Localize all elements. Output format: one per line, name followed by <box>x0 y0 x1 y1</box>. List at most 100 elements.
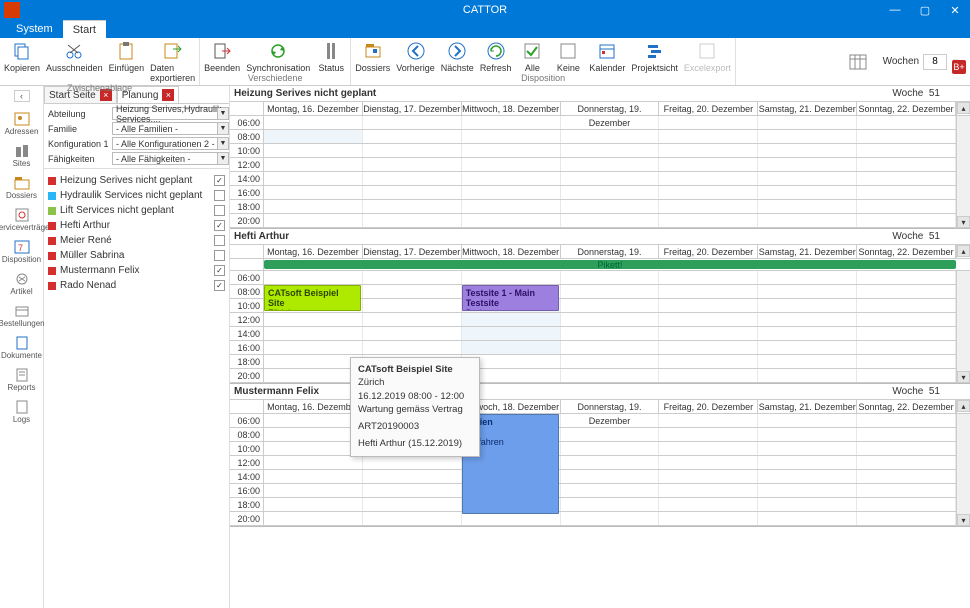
time-slot[interactable] <box>264 200 363 213</box>
time-slot[interactable] <box>758 456 857 469</box>
fahigkeiten-combo[interactable]: - Alle Fähigkeiten -▼ <box>112 152 229 165</box>
time-slot[interactable] <box>758 285 857 298</box>
time-slot[interactable] <box>462 186 561 199</box>
time-slot[interactable] <box>758 470 857 483</box>
time-slot[interactable] <box>758 130 857 143</box>
time-slot[interactable] <box>561 512 660 525</box>
time-slot[interactable] <box>857 158 956 171</box>
time-slot[interactable] <box>561 369 660 382</box>
time-slot[interactable] <box>363 341 462 354</box>
next-button[interactable]: Nächste <box>441 40 474 73</box>
time-slot[interactable] <box>857 186 956 199</box>
event-catsoft[interactable]: CATsoft Beispiel SiteZürich <box>264 285 361 311</box>
time-slot[interactable] <box>363 327 462 340</box>
konfiguration-combo[interactable]: - Alle Konfigurationen 2 -▼ <box>112 137 229 150</box>
rail-servicevertrage[interactable]: Serviceverträge <box>0 205 43 234</box>
time-slot[interactable] <box>264 456 363 469</box>
time-slot[interactable] <box>659 414 758 427</box>
time-slot[interactable] <box>264 186 363 199</box>
time-slot[interactable] <box>857 414 956 427</box>
time-slot[interactable] <box>561 498 660 511</box>
time-slot[interactable] <box>857 144 956 157</box>
time-slot[interactable] <box>561 158 660 171</box>
time-slot[interactable] <box>462 313 561 326</box>
sync-button[interactable]: Synchronisation <box>246 40 310 73</box>
project-view-button[interactable]: Projektsicht <box>631 40 678 73</box>
resource-checkbox[interactable] <box>214 235 225 246</box>
time-slot[interactable] <box>363 271 462 284</box>
time-slot[interactable] <box>264 355 363 368</box>
time-slot[interactable] <box>561 327 660 340</box>
time-slot[interactable] <box>857 428 956 441</box>
time-slot[interactable] <box>758 428 857 441</box>
scroll-down-button[interactable]: ▾ <box>957 371 970 383</box>
time-slot[interactable] <box>659 442 758 455</box>
time-slot[interactable] <box>264 484 363 497</box>
time-slot[interactable] <box>462 144 561 157</box>
time-slot[interactable] <box>659 144 758 157</box>
time-slot[interactable] <box>857 214 956 227</box>
time-slot[interactable] <box>659 484 758 497</box>
time-slot[interactable] <box>462 327 561 340</box>
time-slot[interactable] <box>659 498 758 511</box>
time-slot[interactable] <box>264 327 363 340</box>
resource-checkbox[interactable]: ✓ <box>214 220 225 231</box>
time-slot[interactable] <box>857 172 956 185</box>
time-slot[interactable] <box>363 456 462 469</box>
time-slot[interactable] <box>659 470 758 483</box>
time-slot[interactable] <box>561 428 660 441</box>
time-slot[interactable] <box>264 130 363 143</box>
rail-dokumente[interactable]: Dokumente <box>0 333 43 362</box>
status-button[interactable]: Status <box>316 40 346 73</box>
time-slot[interactable] <box>758 158 857 171</box>
time-slot[interactable] <box>561 456 660 469</box>
time-slot[interactable] <box>857 442 956 455</box>
time-slot[interactable] <box>363 172 462 185</box>
prev-button[interactable]: Vorherige <box>396 40 435 73</box>
time-slot[interactable] <box>363 299 462 312</box>
time-slot[interactable] <box>462 130 561 143</box>
time-slot[interactable] <box>758 369 857 382</box>
time-slot[interactable] <box>758 341 857 354</box>
time-slot[interactable] <box>363 116 462 129</box>
time-slot[interactable] <box>758 299 857 312</box>
time-slot[interactable] <box>264 214 363 227</box>
time-slot[interactable] <box>264 442 363 455</box>
scroll-up-button[interactable]: ▴ <box>957 102 970 114</box>
time-slot[interactable] <box>659 313 758 326</box>
time-slot[interactable] <box>857 200 956 213</box>
maximize-button[interactable]: ▢ <box>910 0 940 20</box>
time-slot[interactable] <box>561 313 660 326</box>
time-slot[interactable] <box>758 144 857 157</box>
time-slot[interactable] <box>561 299 660 312</box>
abteilung-combo[interactable]: Heizung Serives,Hydraulik Services,...▼ <box>112 107 229 120</box>
chevron-down-icon[interactable]: ▼ <box>217 123 228 134</box>
time-slot[interactable] <box>561 470 660 483</box>
rail-bestellungen[interactable]: Bestellungen <box>0 301 43 330</box>
time-slot[interactable] <box>758 271 857 284</box>
time-slot[interactable] <box>264 470 363 483</box>
resource-item[interactable]: Mustermann Felix✓ <box>46 263 227 278</box>
close-button[interactable]: ✕ <box>940 0 970 20</box>
event-testsite[interactable]: Testsite 1 - Main TestsiteBaden <box>462 285 559 311</box>
time-slot[interactable] <box>758 313 857 326</box>
none-button[interactable]: Keine <box>553 40 583 73</box>
time-slot[interactable] <box>659 512 758 525</box>
time-slot[interactable] <box>462 200 561 213</box>
time-slot[interactable] <box>462 214 561 227</box>
cut-button[interactable]: Ausschneiden <box>46 40 103 83</box>
time-slot[interactable] <box>561 442 660 455</box>
resource-checkbox[interactable] <box>214 250 225 261</box>
rail-reports[interactable]: Reports <box>0 365 43 394</box>
time-slot[interactable] <box>561 414 660 427</box>
time-slot[interactable] <box>264 271 363 284</box>
rail-sites[interactable]: Sites <box>0 141 43 170</box>
vertical-scrollbar[interactable]: ▾ <box>956 116 970 228</box>
time-slot[interactable] <box>659 200 758 213</box>
time-slot[interactable] <box>561 484 660 497</box>
time-slot[interactable] <box>857 341 956 354</box>
time-slot[interactable] <box>561 341 660 354</box>
minimize-button[interactable]: — <box>880 0 910 20</box>
time-slot[interactable] <box>363 285 462 298</box>
time-slot[interactable] <box>758 327 857 340</box>
